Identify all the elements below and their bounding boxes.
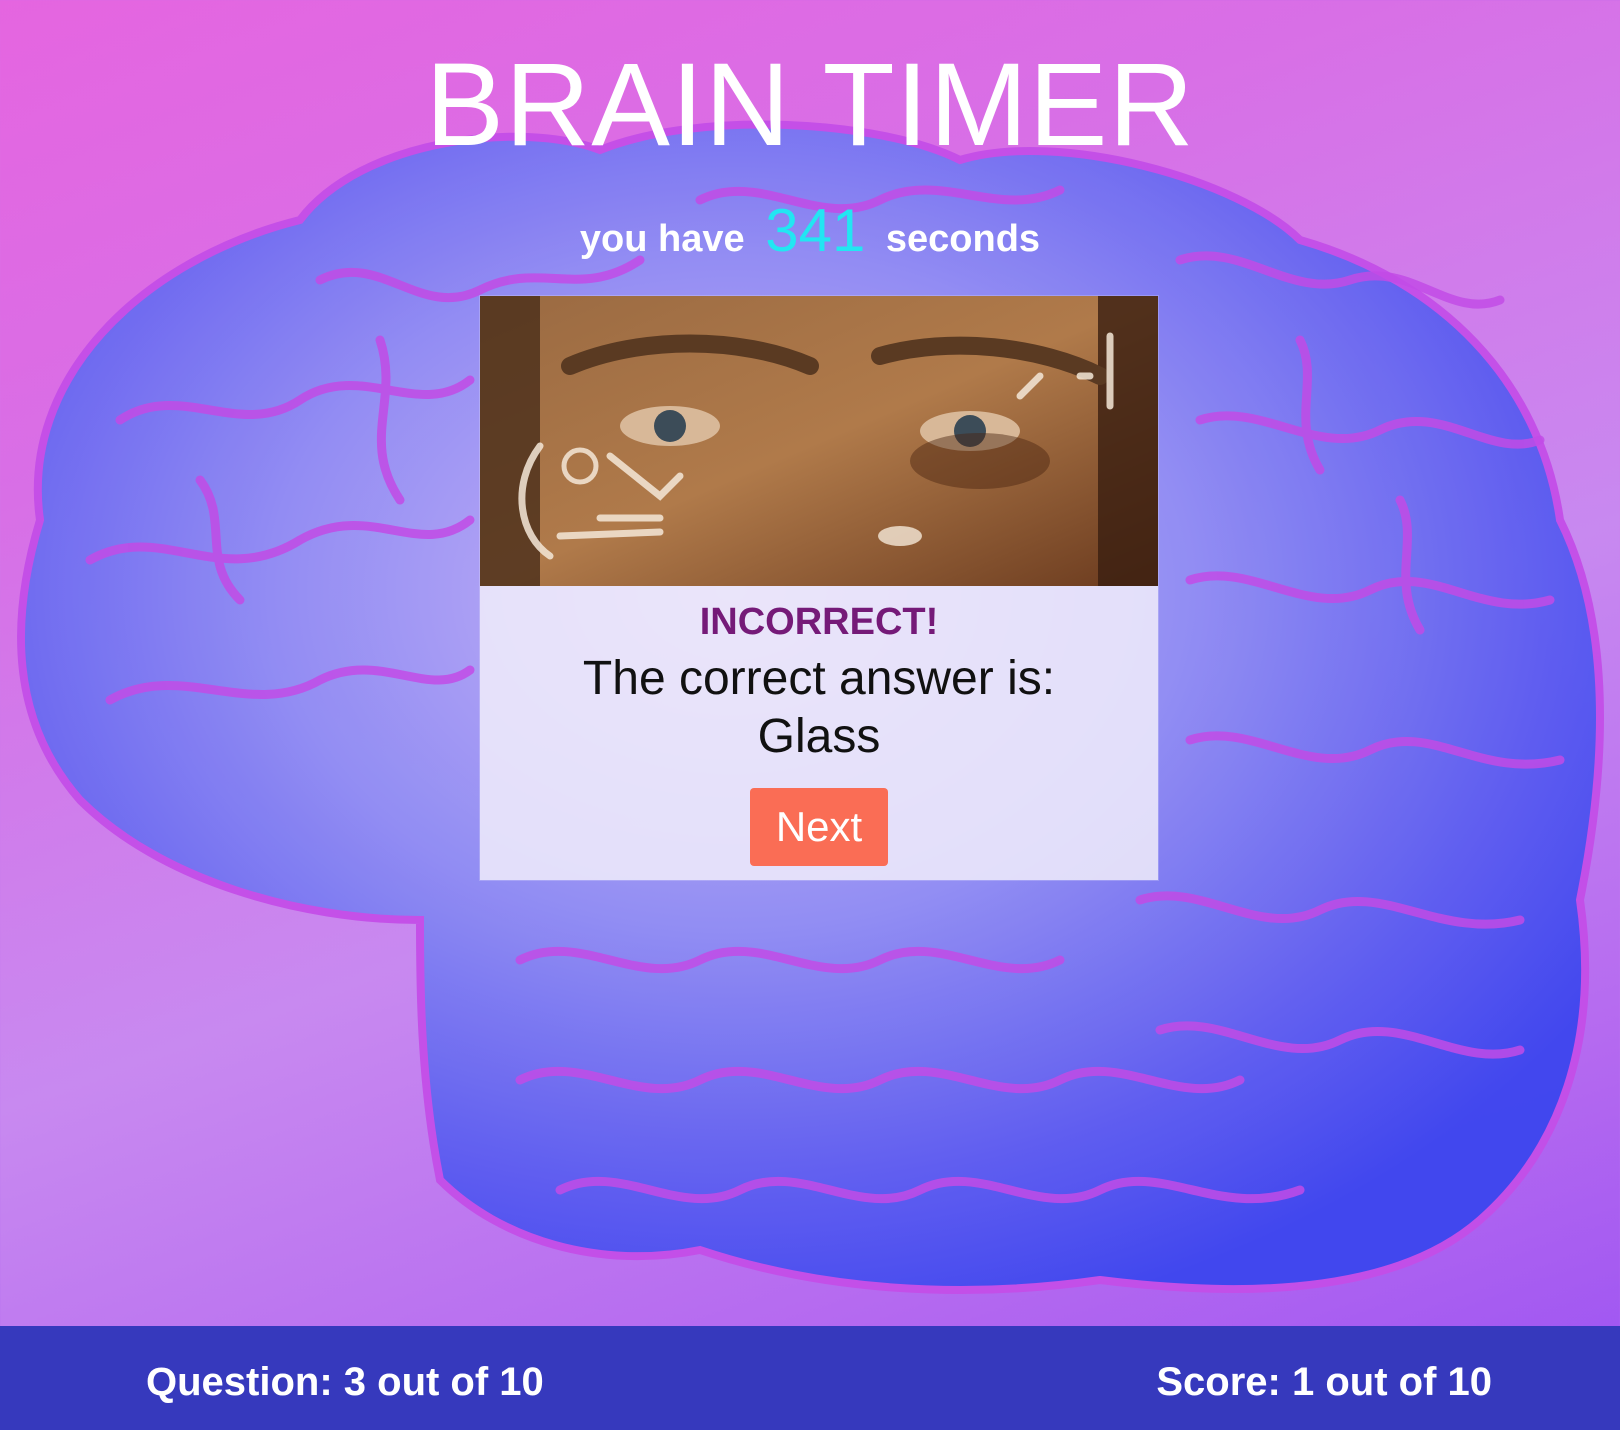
timer-prefix: you have	[579, 218, 745, 260]
next-button[interactable]: Next	[749, 788, 889, 866]
timer-suffix: seconds	[885, 218, 1041, 260]
header: BRAIN TIMER you have 341 seconds	[0, 39, 1620, 261]
question-progress: Question: 3 out of 10	[146, 1360, 544, 1404]
result-status: INCORRECT!	[699, 601, 939, 643]
status-footer: Question: 3 out of 10 Score: 1 out of 10	[0, 1326, 1620, 1430]
result-panel: INCORRECT! The correct answer is: Glass …	[480, 586, 1158, 880]
page-title: BRAIN TIMER	[425, 39, 1195, 171]
score-display: Score: 1 out of 10	[1156, 1360, 1492, 1404]
timer-seconds-value: 341	[765, 197, 866, 264]
result-card: INCORRECT! The correct answer is: Glass …	[480, 296, 1158, 880]
correct-answer-value: Glass	[757, 710, 881, 763]
result-gif-image	[480, 296, 1158, 586]
correct-answer-label: The correct answer is:	[582, 652, 1056, 705]
timer-display: you have 341 seconds	[0, 201, 1620, 261]
